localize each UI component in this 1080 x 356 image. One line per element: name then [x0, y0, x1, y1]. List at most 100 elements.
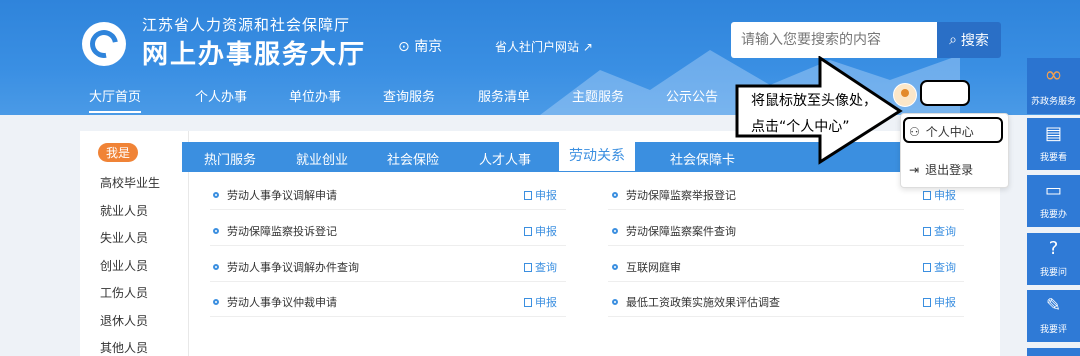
menu-item-logout[interactable]: ⇥ 退出登录 [909, 161, 973, 178]
service-action[interactable]: 查询 [923, 223, 956, 239]
tutorial-arrow [735, 56, 903, 165]
logo-icon[interactable] [82, 22, 126, 66]
city-selector[interactable]: ⊙ 南京 [398, 36, 442, 56]
sidebar-item-entrepreneur[interactable]: 创业人员 [100, 257, 148, 274]
nav-item-notice[interactable]: 公示公告 [666, 86, 718, 105]
monitor-icon: ▭ [1044, 180, 1062, 201]
service-action-label: 申报 [535, 296, 557, 309]
document-icon [923, 226, 931, 236]
identity-badge: 我是 [98, 143, 139, 162]
service-action[interactable]: 申报 [524, 223, 557, 239]
nav-item-service-list[interactable]: 服务清单 [478, 86, 530, 105]
profile-highlight-box [903, 117, 1003, 143]
nav-item-personal[interactable]: 个人办事 [195, 86, 247, 105]
float-item-rate[interactable]: ✎ 我要评 [1027, 290, 1080, 342]
service-name: 劳动人事争议仲裁申请 [227, 296, 337, 309]
sidebar-item-retired[interactable]: 退休人员 [100, 312, 148, 329]
document-icon [923, 262, 931, 272]
nav-item-topic[interactable]: 主题服务 [572, 86, 624, 105]
service-item[interactable]: 互联网庭审 [612, 259, 681, 275]
service-item[interactable]: 劳动人事争议调解申请 [213, 187, 337, 203]
search-button[interactable]: ⌕ 搜索 [937, 22, 1001, 58]
divider [608, 281, 964, 282]
question-icon: ? [1048, 238, 1059, 259]
service-name: 劳动保障监察案件查询 [626, 225, 736, 238]
sidebar-item-employed[interactable]: 就业人员 [100, 202, 148, 219]
service-action[interactable]: 查询 [923, 259, 956, 275]
tutorial-text-line1: 将鼠标放至头像处， [751, 93, 877, 109]
service-action[interactable]: 申报 [524, 187, 557, 203]
service-item[interactable]: 劳动人事争议调解办件查询 [213, 259, 359, 275]
service-name: 最低工资政策实施效果评估调查 [626, 296, 780, 309]
document-icon [923, 190, 931, 200]
city-label: 南京 [414, 39, 443, 55]
service-item[interactable]: 劳动保障监察举报登记 [612, 187, 736, 203]
bullet-icon [612, 192, 618, 198]
share-arrow-icon: ↗ [582, 40, 593, 54]
service-action-label: 申报 [934, 296, 956, 309]
float-item-label: 我要评 [1039, 325, 1067, 335]
float-toolbar: ∞ 苏政务服务 ▤ 我要看 ▭ 我要办 ? 我要问 ✎ 我要评 [1027, 58, 1080, 356]
service-action[interactable]: 申报 [923, 294, 956, 310]
book-icon: ▤ [1044, 123, 1062, 144]
float-item-ask[interactable]: ? 我要问 [1027, 233, 1080, 285]
edit-icon: ✎ [1045, 295, 1062, 316]
divider [608, 209, 964, 210]
service-action[interactable]: 查询 [524, 259, 557, 275]
service-action[interactable]: 申报 [524, 294, 557, 310]
float-item-label: 我要看 [1039, 153, 1067, 163]
tab-labor-relations[interactable]: 劳动关系 [559, 139, 635, 171]
bullet-icon [213, 299, 219, 305]
tab-employment[interactable]: 就业创业 [296, 149, 348, 168]
service-action[interactable]: 申报 [923, 187, 956, 203]
sidebar-item-unemployed[interactable]: 失业人员 [100, 229, 148, 246]
logout-icon: ⇥ [909, 162, 920, 177]
nav-item-home[interactable]: 大厅首页 [89, 86, 142, 113]
float-item-label: 苏政务服务 [1030, 97, 1076, 107]
tutorial-text-line2: 点击“个人中心” [751, 119, 850, 135]
sidebar-item-others[interactable]: 其他人员 [100, 339, 148, 356]
search-icon: ⌕ [949, 32, 957, 48]
identity-sidebar: 我是 高校毕业生 就业人员 失业人员 创业人员 工伤人员 退休人员 其他人员 [80, 131, 189, 356]
float-item-more[interactable] [1027, 348, 1080, 356]
bullet-icon [612, 299, 618, 305]
bullet-icon [612, 228, 618, 234]
site-title[interactable]: 网上办事服务大厅 [142, 34, 366, 71]
document-icon [524, 297, 532, 307]
service-action-label: 申报 [934, 189, 956, 202]
float-item-label: 我要办 [1039, 210, 1067, 220]
nav-item-company[interactable]: 单位办事 [289, 86, 341, 105]
service-action-label: 查询 [535, 261, 557, 274]
float-item-handle[interactable]: ▭ 我要办 [1027, 175, 1080, 227]
service-name: 互联网庭审 [626, 261, 681, 274]
float-item-gov-service[interactable]: ∞ 苏政务服务 [1027, 58, 1080, 114]
sidebar-item-injured[interactable]: 工伤人员 [100, 284, 148, 301]
divider [608, 316, 964, 317]
service-item[interactable]: 劳动人事争议仲裁申请 [213, 294, 337, 310]
tab-social-card[interactable]: 社会保障卡 [670, 149, 735, 168]
tab-talent[interactable]: 人才人事 [479, 149, 531, 168]
org-name: 江苏省人力资源和社会保障厅 [142, 16, 351, 34]
service-action-label: 申报 [535, 225, 557, 238]
service-name: 劳动保障监察投诉登记 [227, 225, 337, 238]
service-action-label: 查询 [934, 261, 956, 274]
nav-item-query[interactable]: 查询服务 [383, 86, 435, 105]
divider [210, 209, 566, 210]
document-icon [524, 226, 532, 236]
service-item[interactable]: 劳动保障监察投诉登记 [213, 223, 337, 239]
username-highlight[interactable] [920, 80, 970, 106]
tab-hot[interactable]: 热门服务 [204, 149, 256, 168]
service-name: 劳动人事争议调解办件查询 [227, 261, 359, 274]
sidebar-item-graduates[interactable]: 高校毕业生 [100, 174, 160, 191]
bullet-icon [213, 264, 219, 270]
document-icon [524, 190, 532, 200]
service-item[interactable]: 劳动保障监察案件查询 [612, 223, 736, 239]
float-item-view[interactable]: ▤ 我要看 [1027, 118, 1080, 170]
service-item[interactable]: 最低工资政策实施效果评估调查 [612, 294, 780, 310]
tab-insurance[interactable]: 社会保险 [387, 149, 439, 168]
service-name: 劳动保障监察举报登记 [626, 189, 736, 202]
search-button-label: 搜索 [960, 33, 989, 49]
portal-link[interactable]: 省人社门户网站 ↗ [495, 38, 593, 55]
search-input[interactable] [731, 22, 937, 58]
service-name: 劳动人事争议调解申请 [227, 189, 337, 202]
